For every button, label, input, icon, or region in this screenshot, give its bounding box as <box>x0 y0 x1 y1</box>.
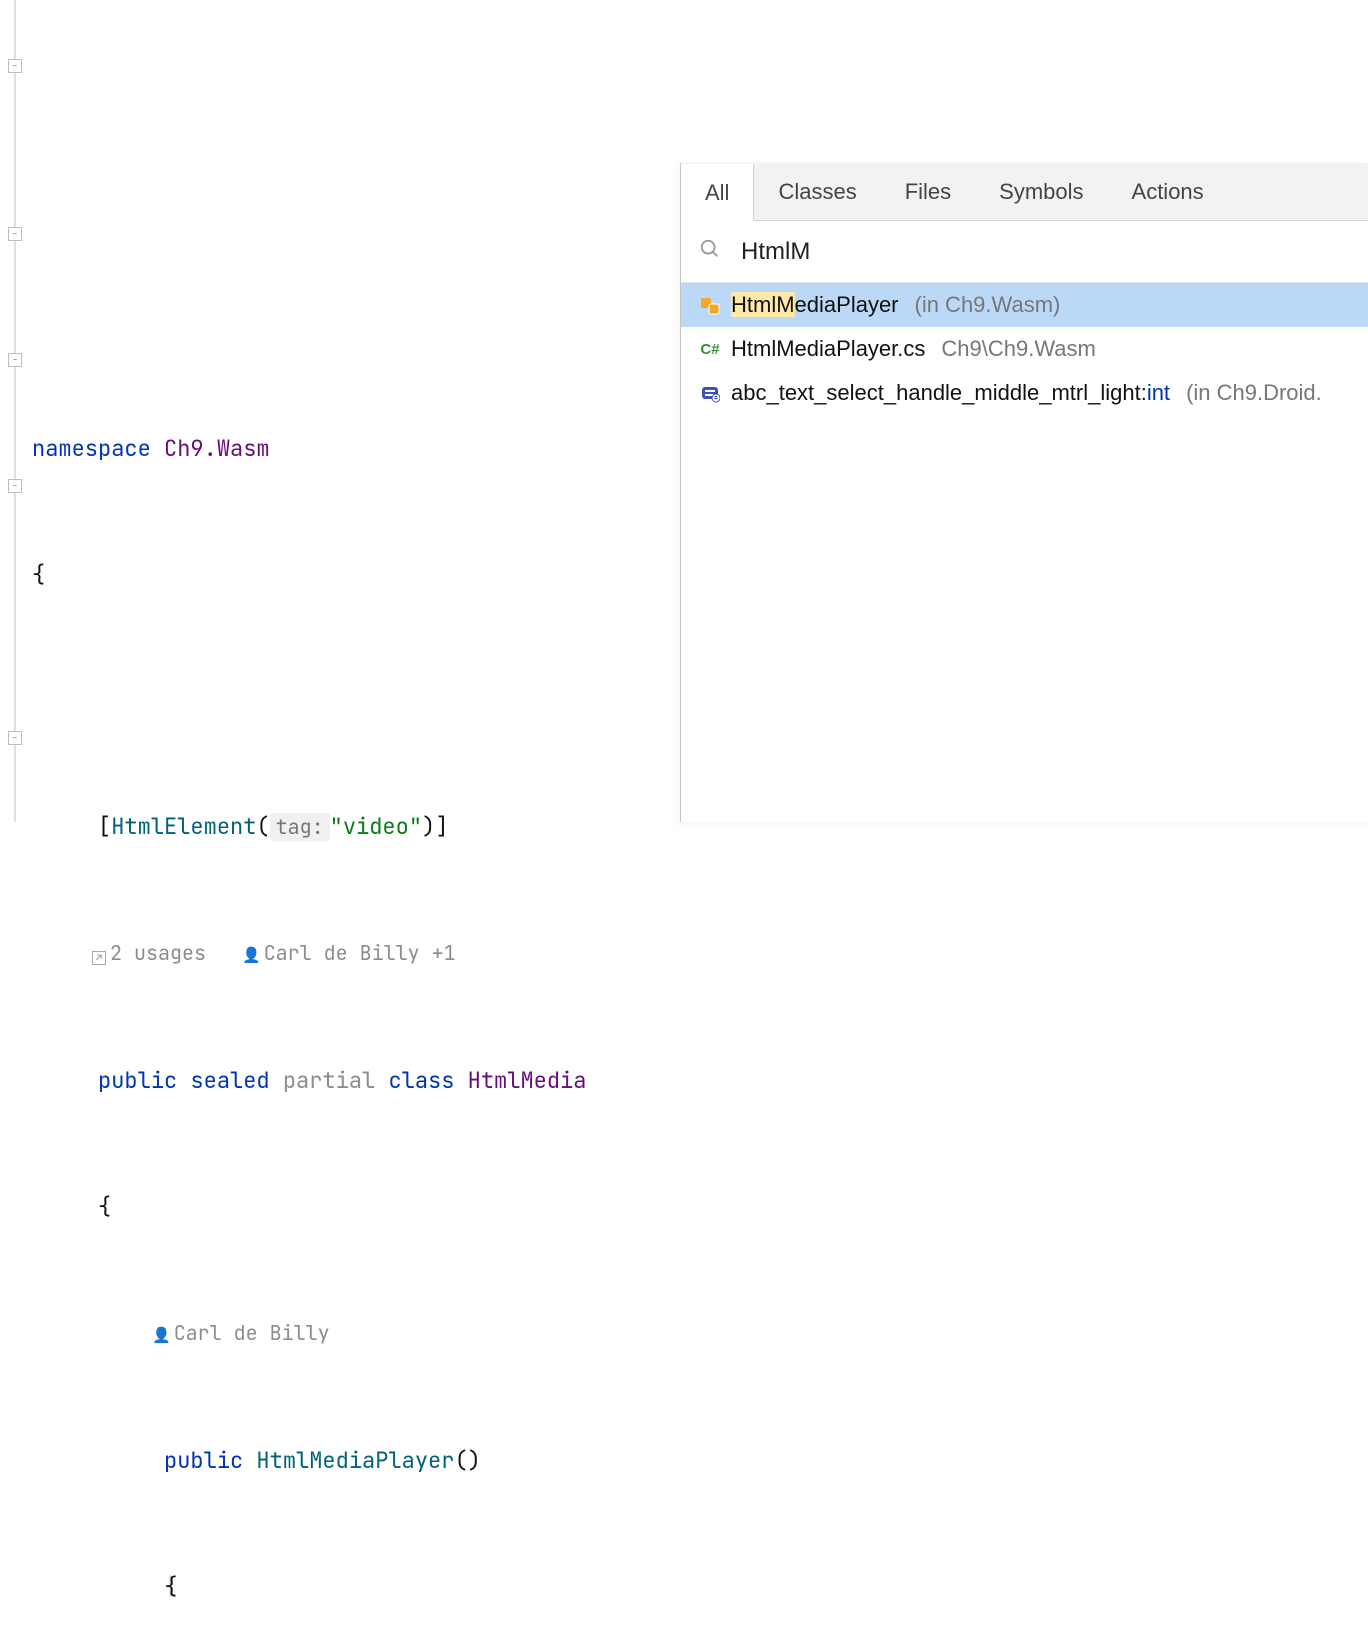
search-tabs: All Classes Files Symbols Actions <box>681 163 1368 221</box>
brace: { <box>98 1192 111 1221</box>
fold-toggle[interactable]: − <box>8 353 22 367</box>
person-icon <box>152 1320 174 1346</box>
gutter-line <box>14 0 16 822</box>
fold-toggle[interactable]: − <box>8 479 22 493</box>
result-file[interactable]: C# HtmlMediaPlayer.cs Ch9\Ch9.Wasm <box>681 327 1368 371</box>
keyword-namespace: namespace <box>32 434 151 463</box>
ctor-name: HtmlMediaPlayer <box>256 1446 454 1475</box>
keyword-public: public <box>98 1066 177 1095</box>
fold-toggle[interactable]: − <box>8 731 22 745</box>
brace: { <box>164 1572 177 1601</box>
search-results: HtmlMediaPlayer (in Ch9.Wasm) C# HtmlMed… <box>681 283 1368 415</box>
result-class[interactable]: HtmlMediaPlayer (in Ch9.Wasm) <box>681 283 1368 327</box>
tab-all[interactable]: All <box>681 164 754 221</box>
person-icon <box>242 940 264 966</box>
string-literal: "video" <box>330 812 422 841</box>
fold-toggle[interactable]: − <box>8 227 22 241</box>
author-annotation[interactable]: Carl de Billy <box>174 1320 330 1346</box>
keyword-sealed: sealed <box>190 1066 269 1095</box>
result-secondary: (in Ch9.Droid. <box>1186 380 1322 406</box>
keyword-public: public <box>164 1446 243 1475</box>
result-secondary: (in Ch9.Wasm) <box>915 292 1061 318</box>
param-hint-tag: tag: <box>270 813 330 841</box>
fold-toggle[interactable]: − <box>8 59 22 73</box>
result-field[interactable]: abc_text_select_handle_middle_mtrl_light… <box>681 371 1368 415</box>
result-primary: HtmlMediaPlayer <box>731 292 899 318</box>
namespace-name: Ch9.Wasm <box>164 434 270 463</box>
field-icon <box>699 382 721 404</box>
attr-open: [ <box>98 812 111 841</box>
author-annotation[interactable]: Carl de Billy +1 <box>264 940 456 966</box>
keyword-partial: partial <box>283 1066 375 1095</box>
search-icon <box>699 238 721 266</box>
class-icon <box>699 294 721 316</box>
keyword-class: class <box>388 1066 454 1095</box>
result-primary: abc_text_select_handle_middle_mtrl_light… <box>731 380 1170 406</box>
search-row <box>681 221 1368 283</box>
attribute-name: HtmlElement <box>111 812 256 841</box>
result-primary: HtmlMediaPlayer.cs <box>731 336 925 362</box>
tab-files[interactable]: Files <box>881 163 975 220</box>
tab-classes[interactable]: Classes <box>754 163 880 220</box>
search-input[interactable] <box>739 237 1350 267</box>
result-secondary: Ch9\Ch9.Wasm <box>941 336 1095 362</box>
usages-icon[interactable]: ↗ <box>92 951 106 965</box>
class-name: HtmlMedia <box>468 1066 587 1095</box>
tab-symbols[interactable]: Symbols <box>975 163 1107 220</box>
csharp-file-icon: C# <box>699 338 721 360</box>
usages-count[interactable]: 2 usages <box>110 940 206 966</box>
search-everywhere-popup: All Classes Files Symbols Actions HtmlMe… <box>680 163 1368 822</box>
tab-actions[interactable]: Actions <box>1108 163 1228 220</box>
ctor-parens: () <box>454 1446 480 1475</box>
attr-close: ] <box>435 812 448 841</box>
